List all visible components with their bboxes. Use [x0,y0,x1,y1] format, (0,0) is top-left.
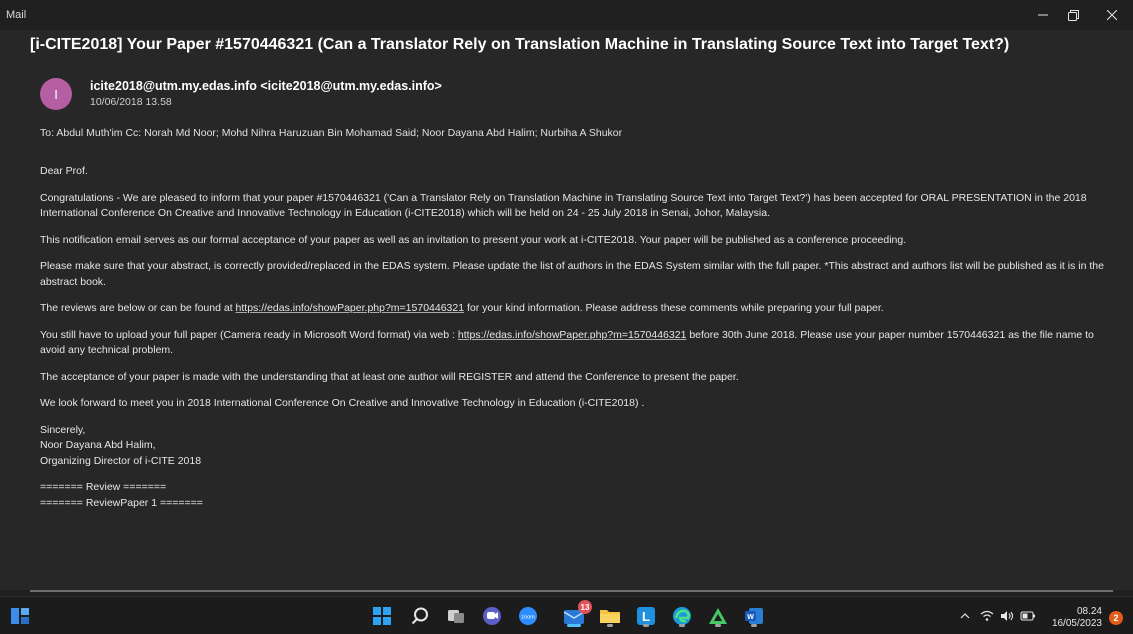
windows-start-icon[interactable] [370,604,394,628]
task-view-icon[interactable] [444,604,468,628]
svg-text:L: L [642,609,650,624]
minimize-icon [1038,14,1048,16]
body-paragraph: The acceptance of your paper is made wit… [40,370,739,383]
clock[interactable]: 08.24 16/05/2023 [1046,606,1102,630]
svg-text:zoom: zoom [521,615,535,621]
signature-line: Sincerely, [40,423,86,436]
email-subject: [i-CITE2018] Your Paper #1570446321 (Can… [30,36,1010,53]
signature-line: Noor Dayana Abd Halim, [40,439,156,451]
running-indicator [715,624,721,627]
signature-line: Organizing Director of i-CITE 2018 [40,454,202,467]
body-paragraph: We look forward to meet you in 2018 Inte… [40,397,645,409]
sender-address[interactable]: icite2018@utm.my.edas.info <icite2018@ut… [90,79,442,93]
horizontal-scrollbar[interactable] [30,590,1113,592]
minimize-button[interactable] [1028,4,1058,26]
notification-badge[interactable]: 2 [1109,611,1123,625]
body-paragraph: Please make sure that your abstract, is … [40,260,1104,288]
svg-text:W: W [747,614,754,621]
title-bar: Mail [0,0,1133,30]
clock-time: 08.24 [1076,606,1102,617]
upload-link[interactable]: https://edas.info/showPaper.php?m=157044… [458,329,687,341]
mail-icon[interactable]: 13 [562,600,592,628]
message-pane: [i-CITE2018] Your Paper #1570446321 (Can… [0,30,1133,590]
taskbar: zoom 13 L W 08.24 16/05/2023 2 [0,596,1133,634]
review-link[interactable]: https://edas.info/showPaper.php?m=157044… [236,302,465,314]
close-button[interactable] [1097,4,1127,26]
greeting: Dear Prof. [40,165,88,177]
widgets-icon[interactable] [8,604,32,628]
running-indicator [607,624,613,627]
search-icon[interactable] [408,604,432,628]
signature: Sincerely, Noor Dayana Abd Halim, Organi… [40,423,1115,470]
text-segment: You still have to upload your full paper… [40,328,458,341]
review-heading: ======= Review ======= [40,481,167,493]
avatar[interactable]: I [40,78,72,110]
volume-icon[interactable] [1000,610,1014,624]
review-subheading: ======= ReviewPaper 1 ======= [40,496,203,509]
file-explorer-icon[interactable] [598,604,622,628]
body-paragraph: This notification email serves as our fo… [40,233,907,246]
nvidia-icon[interactable] [706,604,730,628]
restore-button[interactable] [1058,4,1088,26]
running-indicator [751,624,757,627]
chat-icon[interactable] [480,604,504,628]
running-indicator [567,624,581,627]
text-segment: The reviews are below or can be found at [40,302,236,314]
edge-icon[interactable] [670,604,694,628]
learning-app-icon[interactable]: L [634,604,658,628]
text-segment: for your kind information. Please addres… [464,302,884,314]
mail-unread-badge: 13 [578,600,592,614]
close-icon [1107,10,1117,20]
app-name: Mail [6,9,27,21]
email-body: Dear Prof. Congratulations - We are plea… [40,164,1115,511]
clock-date: 16/05/2023 [1051,618,1102,629]
restore-icon [1067,9,1079,21]
avatar-letter: I [54,86,58,102]
body-paragraph: Congratulations - We are pleased to info… [40,191,1087,220]
recipients-line[interactable]: To: Abdul Muth'im Cc: Norah Md Noor; Moh… [40,127,622,139]
sent-date: 10/06/2018 13.58 [90,96,172,108]
word-icon[interactable]: W [742,604,766,628]
wifi-icon[interactable] [980,610,994,624]
zoom-icon[interactable]: zoom [516,604,540,628]
running-indicator [679,624,685,627]
body-paragraph: The reviews are below or can be found at… [40,301,1115,317]
body-paragraph: You still have to upload your full paper… [40,328,1115,359]
chevron-up-icon[interactable] [958,610,972,624]
battery-icon[interactable] [1020,610,1035,624]
running-indicator [643,624,649,627]
